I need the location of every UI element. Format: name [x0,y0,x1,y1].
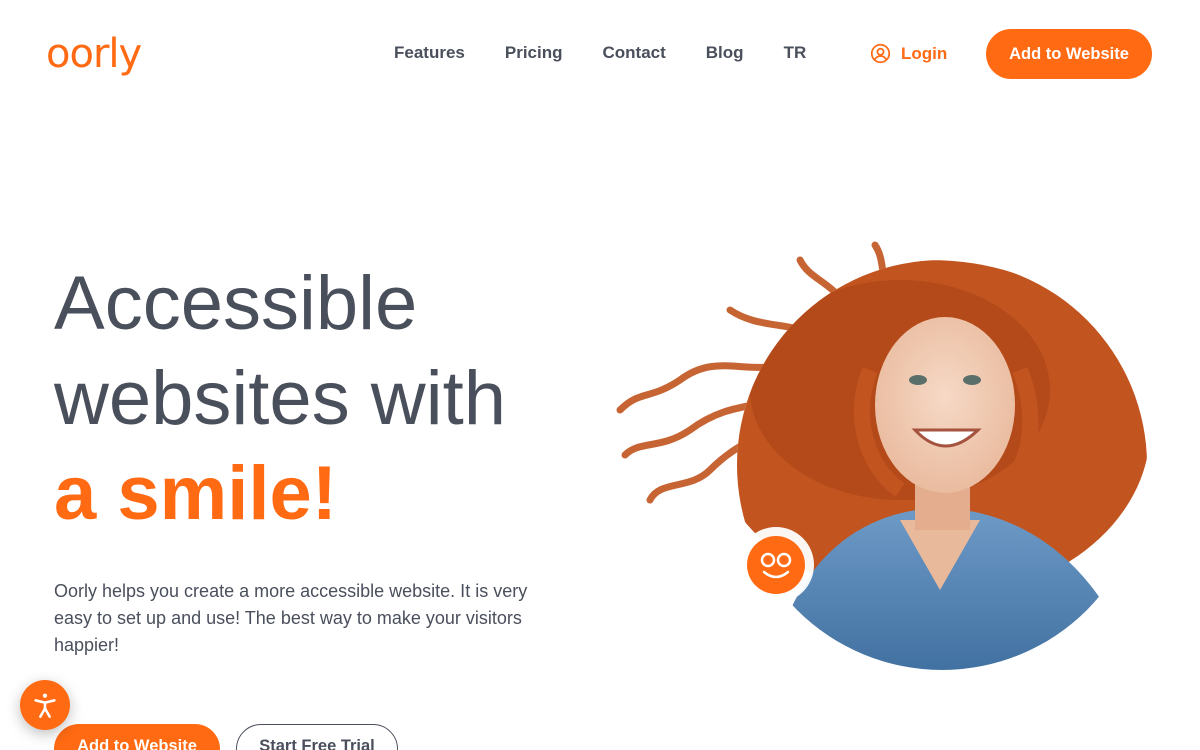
main-nav: Features Pricing Contact Blog TR [394,43,846,63]
headline-accent: a smile! [54,451,338,536]
oorly-logo[interactable]: oorly [46,28,142,80]
login-link[interactable]: Login [870,43,947,64]
add-to-website-button[interactable]: Add to Website [54,724,220,750]
start-free-trial-button[interactable]: Start Free Trial [236,724,398,750]
face [875,317,1015,493]
nav-contact[interactable]: Contact [603,43,666,63]
login-label: Login [901,43,948,63]
nav-language-tr[interactable]: TR [784,43,807,63]
headline-line-2: websites with [54,356,506,441]
add-to-website-button-header[interactable]: Add to Website [986,29,1152,79]
user-circle-icon [870,43,891,64]
accessibility-widget-button[interactable] [20,680,70,730]
hero-headline: Accessible websites with a smile! [54,256,506,541]
hero-portrait-image [616,241,1147,670]
accessibility-person-icon [34,693,56,718]
nav-features[interactable]: Features [394,43,465,63]
logo-text: oorly [46,31,142,77]
oorly-smile-badge-icon [738,527,814,603]
hero-description: Oorly helps you create a more accessible… [54,581,528,655]
nav-blog[interactable]: Blog [706,43,744,63]
headline-line-1: Accessible [54,261,418,346]
nav-pricing[interactable]: Pricing [505,43,563,63]
